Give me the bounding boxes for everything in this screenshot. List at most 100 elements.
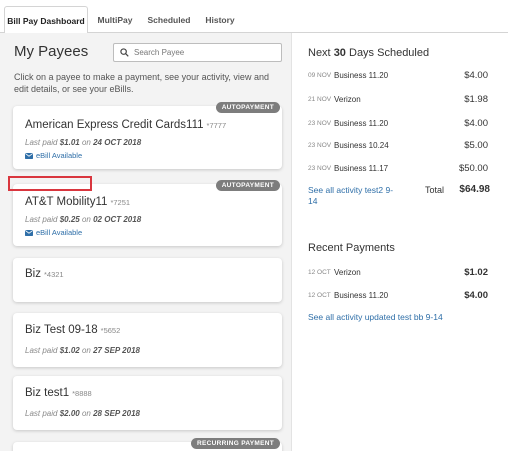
tab-multipay[interactable]: MultiPay [90, 6, 140, 33]
row-payee: Business 11.17 [334, 163, 389, 173]
payee-card[interactable]: RECURRING PAYMENT [13, 438, 282, 451]
payee-name-text: AT&T Mobility11 [25, 196, 108, 208]
payees-panel: My Payees Click on a payee to make a pay… [0, 33, 292, 451]
autopayment-badge: AUTOPAYMENT [215, 180, 280, 191]
row-payee: Business 10.24 [334, 140, 389, 150]
row-payee: Verizon [334, 267, 361, 277]
last-paid-on: on [81, 138, 91, 147]
scheduled-title-suffix: Days Scheduled [349, 47, 430, 59]
row-payee: Business 11.20 [334, 70, 389, 80]
last-paid: Last paid $0.25 on 02 OCT 2018 [25, 215, 141, 224]
row-payee: Business 11.20 [334, 118, 389, 128]
ebill-highlight-box [8, 176, 92, 191]
payee-name: Biz test1 *8888 [25, 387, 92, 399]
tab-scheduled[interactable]: Scheduled [142, 6, 196, 33]
row-date: 23 NOV [308, 119, 332, 127]
ebill-link[interactable]: eBill Available [25, 151, 82, 160]
scheduled-row[interactable]: 23 NOV Business 11.20 $4.00 [308, 116, 488, 130]
page-title: My Payees [14, 43, 89, 60]
row-amount: $50.00 [458, 162, 488, 174]
last-paid-on: on [81, 346, 91, 355]
payee-card[interactable]: Biz *4321 [13, 258, 282, 302]
payee-name: Biz Test 09-18 *5652 [25, 324, 120, 336]
envelope-icon [25, 229, 33, 236]
payee-card[interactable]: Biz Test 09-18 *5652 Last paid $1.02 on 2… [13, 313, 282, 367]
autopayment-badge: AUTOPAYMENT [215, 102, 280, 113]
payee-account: *4321 [43, 270, 64, 279]
recurring-payment-badge: RECURRING PAYMENT [191, 438, 280, 449]
ebill-link[interactable]: eBill Available [25, 228, 82, 237]
payee-account: *7777 [206, 121, 227, 130]
last-paid-amount: $0.25 [59, 215, 80, 224]
row-payee: Verizon [334, 94, 361, 104]
last-paid-date: 24 OCT 2018 [93, 138, 142, 147]
last-paid-amount: $2.00 [59, 409, 80, 418]
ebill-label: eBill Available [36, 151, 83, 160]
total-amount: $64.98 [459, 184, 490, 195]
scheduled-title-prefix: Next [308, 47, 331, 59]
payee-account: *7251 [110, 198, 131, 207]
scheduled-row[interactable]: 21 NOV Verizon $1.98 [308, 92, 488, 106]
row-date: 23 NOV [308, 141, 332, 149]
payee-name-text: Biz [25, 268, 41, 280]
last-paid-label: Last paid [25, 409, 58, 418]
recent-payments-title: Recent Payments [308, 242, 395, 254]
row-amount: $4.00 [464, 289, 488, 301]
payee-account: *5652 [100, 326, 121, 335]
scheduled-row[interactable]: 23 NOV Business 10.24 $5.00 [308, 138, 488, 152]
last-paid-date: 27 SEP 2018 [93, 346, 140, 355]
row-amount: $1.02 [464, 266, 488, 278]
last-paid: Last paid $2.00 on 28 SEP 2018 [25, 409, 140, 418]
scheduled-title: Next 30 Days Scheduled [308, 47, 429, 59]
payee-name: AT&T Mobility11 *7251 [25, 196, 130, 208]
tab-history[interactable]: History [198, 6, 242, 33]
payee-card[interactable]: AUTOPAYMENT American Express Credit Card… [13, 102, 282, 169]
ebill-label: eBill Available [36, 228, 83, 237]
search-icon [120, 48, 129, 57]
last-paid: Last paid $1.02 on 27 SEP 2018 [25, 346, 140, 355]
payee-account: *8888 [72, 389, 92, 398]
last-paid-label: Last paid [25, 215, 58, 224]
row-date: 21 NOV [308, 95, 332, 103]
scheduled-row[interactable]: 09 NOV Business 11.20 $4.00 [308, 68, 488, 82]
payee-name: Biz *4321 [25, 268, 64, 280]
payee-card[interactable]: AUTOPAYMENT AT&T Mobility11 *7251 Last pa… [13, 180, 282, 246]
last-paid-label: Last paid [25, 138, 58, 147]
row-amount: $4.00 [464, 69, 488, 81]
row-amount: $5.00 [464, 139, 488, 151]
row-date: 12 OCT [308, 268, 331, 276]
last-paid-amount: $1.01 [59, 138, 80, 147]
scheduled-title-days: 30 [333, 47, 346, 59]
row-date: 12 OCT [308, 291, 331, 299]
search-input[interactable] [134, 48, 274, 57]
search-field[interactable] [113, 43, 282, 62]
row-date: 09 NOV [308, 71, 332, 79]
activity-panel: Next 30 Days Scheduled 09 NOV Business 1… [292, 33, 508, 451]
payee-card[interactable]: Biz test1 *8888 Last paid $2.00 on 28 SEP… [13, 376, 282, 430]
recent-row[interactable]: 12 OCT Business 11.20 $4.00 [308, 288, 488, 302]
last-paid-label: Last paid [25, 346, 58, 355]
recent-row[interactable]: 12 OCT Verizon $1.02 [308, 265, 488, 279]
see-all-scheduled-link[interactable]: See all activity test2 9-14 [308, 185, 400, 207]
payee-name-text: American Express Credit Cards111 [25, 119, 204, 131]
last-paid-date: 28 SEP 2018 [93, 409, 140, 418]
last-paid-on: on [81, 215, 91, 224]
last-paid: Last paid $1.01 on 24 OCT 2018 [25, 138, 141, 147]
total-label: Total [425, 185, 445, 195]
last-paid-amount: $1.02 [59, 346, 80, 355]
row-date: 23 NOV [308, 164, 332, 172]
envelope-icon [25, 152, 33, 159]
see-all-recent-link[interactable]: See all activity updated test bb 9-14 [308, 312, 498, 323]
row-amount: $1.98 [464, 93, 488, 105]
tab-bar: Bill Pay Dashboard MultiPay Scheduled Hi… [0, 0, 508, 34]
row-payee: Business 11.20 [334, 290, 389, 300]
row-amount: $4.00 [464, 117, 488, 129]
last-paid-on: on [81, 409, 91, 418]
payee-name-text: Biz test1 [25, 387, 70, 399]
payee-name: American Express Credit Cards111 *7777 [25, 119, 226, 131]
payee-name-text: Biz Test 09-18 [25, 324, 98, 336]
intro-text: Click on a payee to make a payment, see … [14, 72, 269, 94]
tab-bill-pay-dashboard[interactable]: Bill Pay Dashboard [4, 6, 88, 34]
scheduled-row[interactable]: 23 NOV Business 11.17 $50.00 [308, 161, 488, 175]
last-paid-date: 02 OCT 2018 [93, 215, 142, 224]
